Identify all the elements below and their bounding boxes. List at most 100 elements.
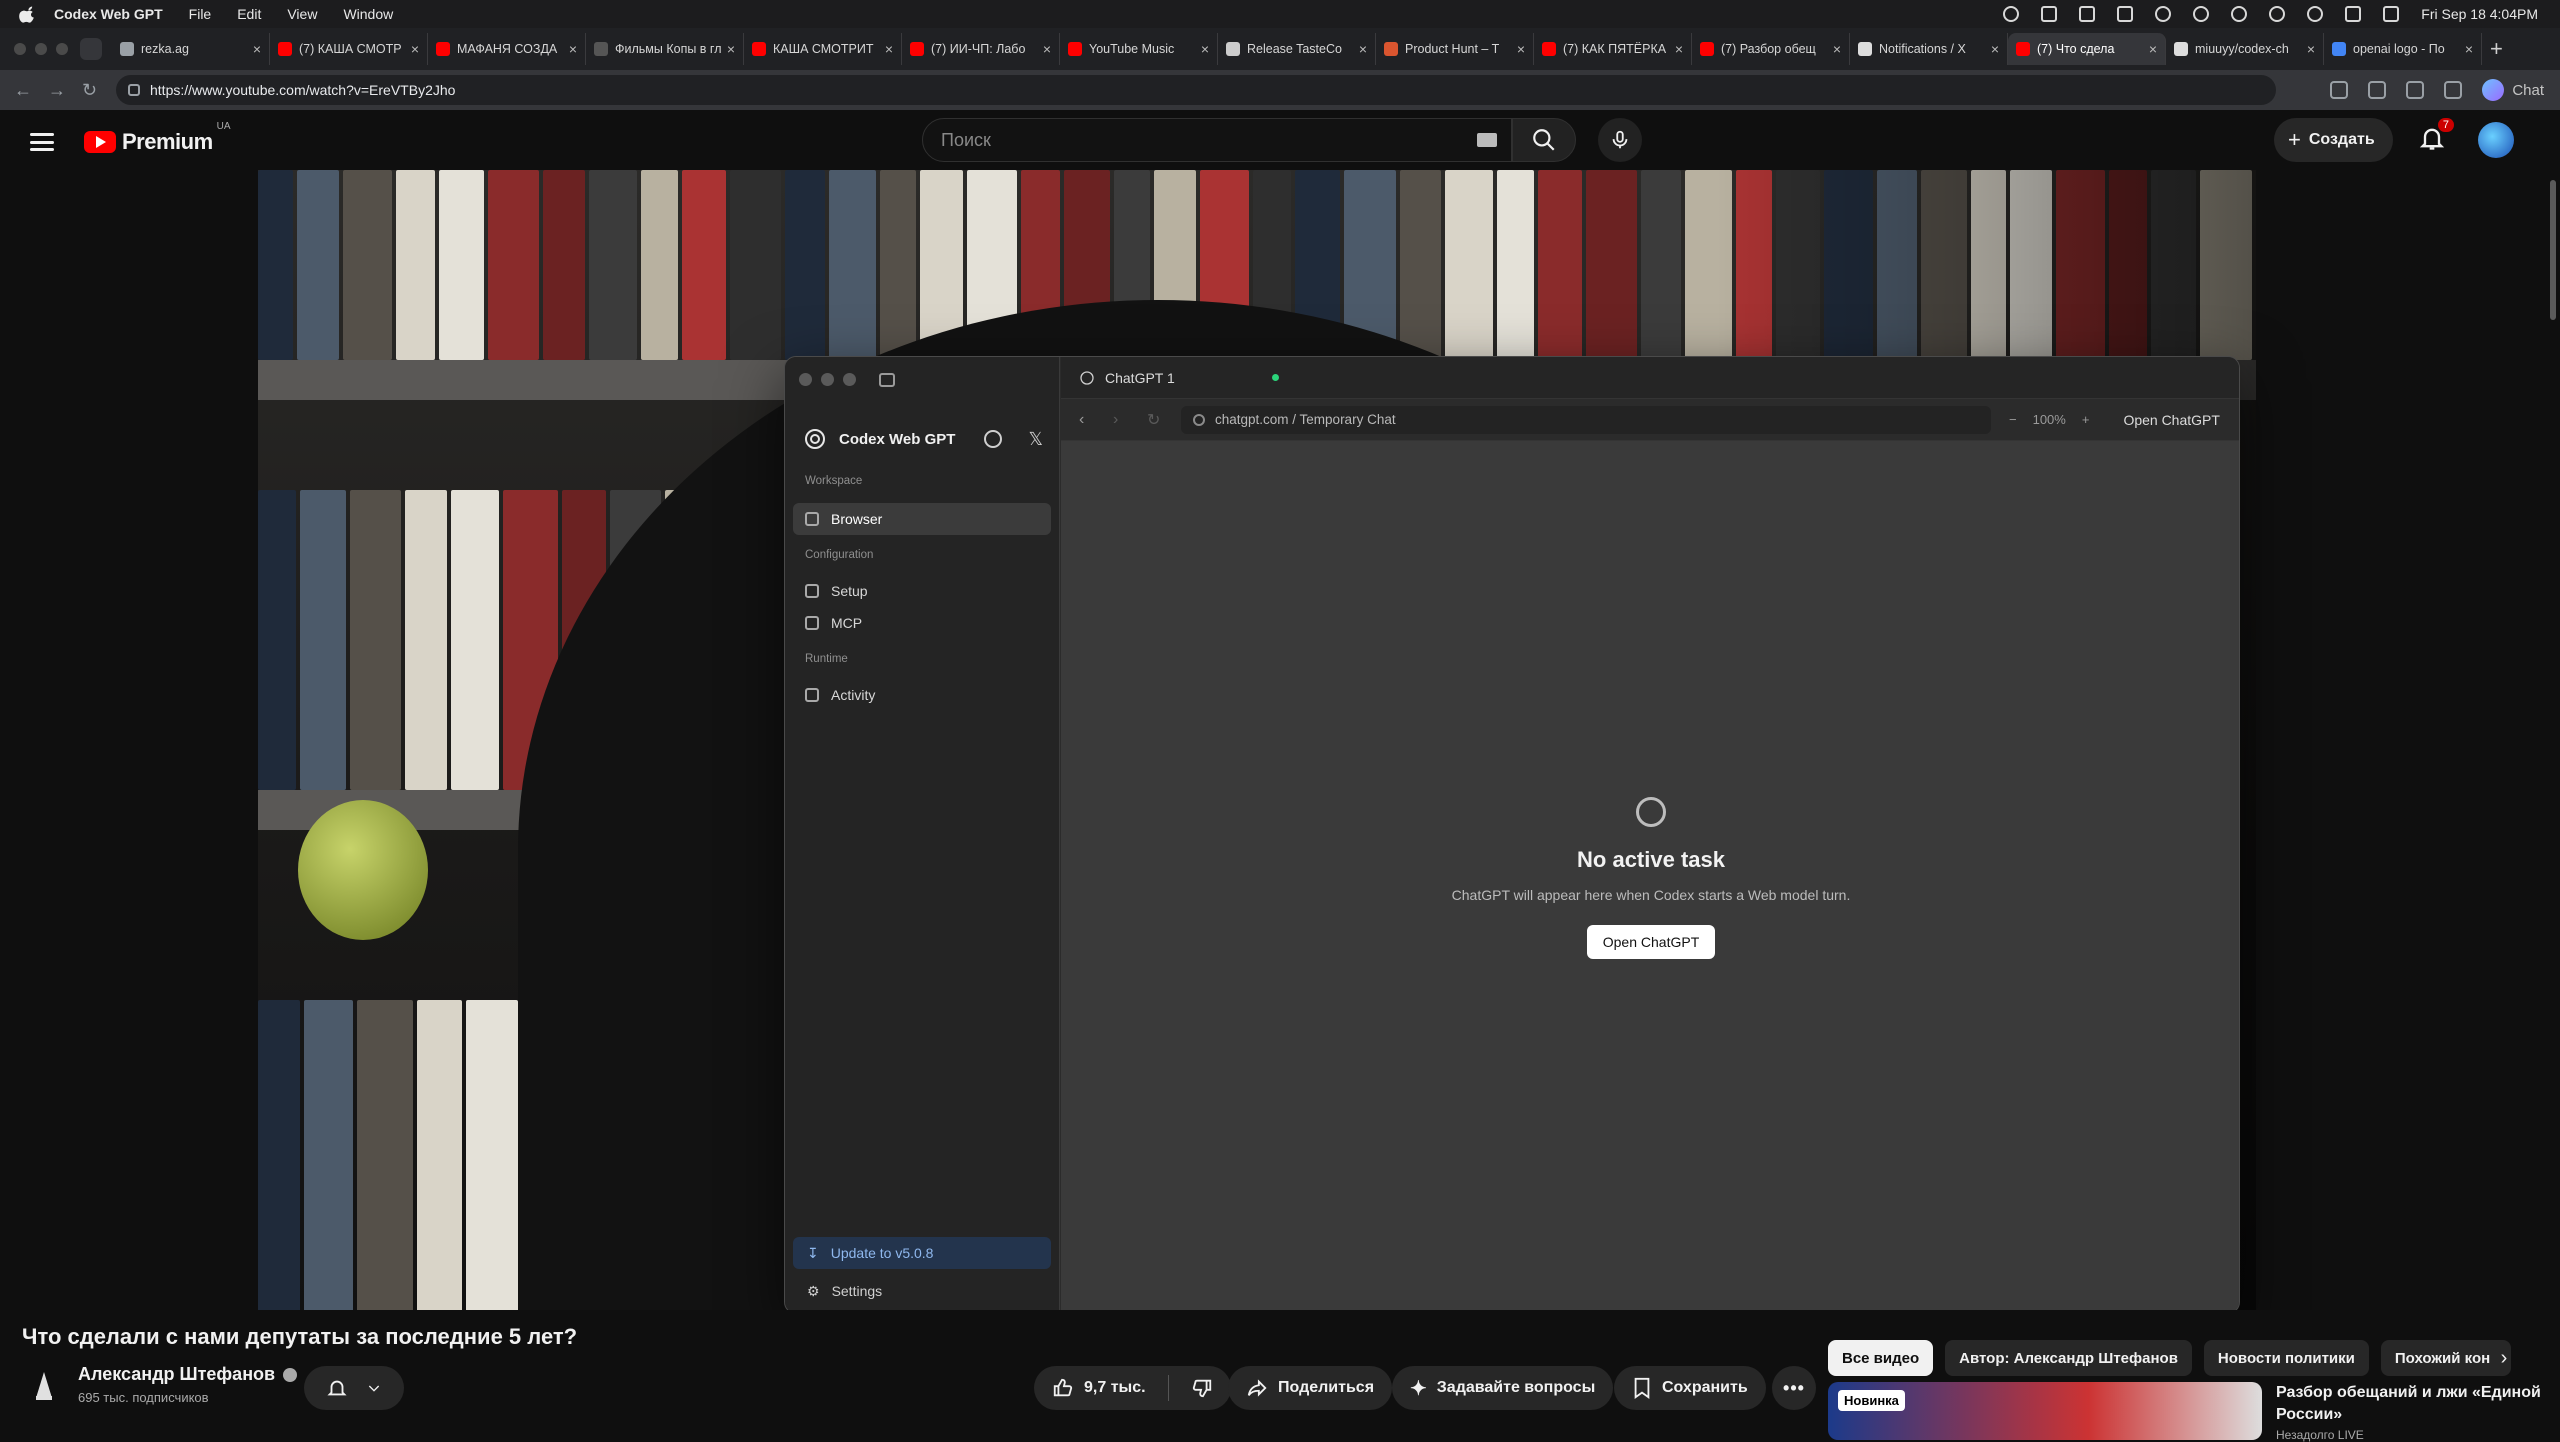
- sidebar-toggle-icon[interactable]: [879, 373, 895, 387]
- airdrop-status-icon[interactable]: [2231, 6, 2248, 22]
- extensions-icon[interactable]: [2406, 81, 2425, 99]
- notifications-button[interactable]: 7: [2418, 118, 2454, 156]
- chat-button[interactable]: Chat: [2482, 79, 2544, 101]
- search-input[interactable]: Поиск: [922, 118, 1512, 162]
- tab-close-icon[interactable]: ×: [1833, 41, 1841, 57]
- tab-close-icon[interactable]: ×: [253, 41, 261, 57]
- app-status-icon[interactable]: [2041, 6, 2058, 22]
- tab-close-icon[interactable]: ×: [727, 41, 735, 57]
- sync-status-icon[interactable]: [2117, 6, 2134, 22]
- thumbs-up-icon[interactable]: [1052, 1377, 1074, 1399]
- nav-item-mcp[interactable]: MCP: [793, 607, 1051, 639]
- menubar-clock[interactable]: Fri Sep 18 4:04PM: [2421, 6, 2538, 22]
- install-app-icon[interactable]: [2330, 81, 2349, 99]
- battery-icon[interactable]: [2345, 6, 2362, 22]
- apple-icon[interactable]: [18, 5, 38, 23]
- back-button[interactable]: ←: [14, 80, 34, 101]
- voice-search-button[interactable]: [1598, 118, 1642, 162]
- codex-zoom-button[interactable]: [843, 373, 856, 386]
- browser-tab[interactable]: Notifications / X ×: [1850, 33, 2008, 65]
- menu-window[interactable]: Window: [343, 6, 393, 22]
- control-center-icon[interactable]: [2383, 6, 2400, 22]
- page-scrollbar[interactable]: [2550, 180, 2556, 320]
- nav-item-setup[interactable]: Setup: [793, 575, 1051, 607]
- browser-tab[interactable]: Release TasteCo ×: [1218, 33, 1376, 65]
- profile-icon[interactable]: [2444, 81, 2463, 99]
- keyboard-icon[interactable]: [1477, 133, 1497, 147]
- browser-tab[interactable]: Product Hunt – T ×: [1376, 33, 1534, 65]
- save-button[interactable]: Сохранить: [1614, 1366, 1766, 1410]
- tab-chatgpt-1[interactable]: ChatGPT 1: [1069, 362, 1289, 394]
- nav-item-activity[interactable]: Activity: [793, 679, 1051, 711]
- browser-tab[interactable]: openai logo - По ×: [2324, 33, 2482, 65]
- ask-button[interactable]: ✦ Задавайте вопросы: [1392, 1366, 1614, 1410]
- browser-tab[interactable]: (7) Разбор обещ ×: [1692, 33, 1850, 65]
- chip-all-videos[interactable]: Все видео: [1828, 1340, 1934, 1376]
- menu-view[interactable]: View: [287, 6, 317, 22]
- update-button[interactable]: ↧ Update to v5.0.8: [793, 1237, 1051, 1269]
- tab-close-icon[interactable]: ×: [2149, 41, 2157, 57]
- github-icon[interactable]: [984, 430, 1003, 448]
- like-count[interactable]: 9,7 тыс.: [1084, 1379, 1146, 1397]
- tab-close-icon[interactable]: ×: [569, 41, 577, 57]
- tab-close-icon[interactable]: ×: [411, 41, 419, 57]
- chevron-right-icon[interactable]: ›: [2486, 1340, 2522, 1376]
- create-button[interactable]: + Создать: [2274, 118, 2393, 162]
- zoom-in-button[interactable]: +: [2082, 412, 2090, 427]
- thumbs-down-icon[interactable]: [1191, 1377, 1213, 1399]
- play-status-icon[interactable]: [2269, 6, 2286, 22]
- tab-close-icon[interactable]: ×: [2307, 41, 2315, 57]
- more-actions-button[interactable]: •••: [1772, 1366, 1816, 1410]
- tab-close-icon[interactable]: ×: [1991, 41, 1999, 57]
- zoom-window-button[interactable]: [56, 43, 68, 55]
- reload-button[interactable]: ↻: [82, 80, 102, 101]
- subscription-bell-button[interactable]: [304, 1366, 404, 1410]
- recommended-video-thumbnail[interactable]: Новинка: [1828, 1382, 2262, 1440]
- browser-tab[interactable]: (7) ИИ-ЧП: Лабо ×: [902, 33, 1060, 65]
- skype-status-icon[interactable]: [2155, 6, 2172, 22]
- tab-close-icon[interactable]: ×: [1675, 41, 1683, 57]
- x-icon[interactable]: 𝕏: [1028, 429, 1043, 450]
- browser-tab[interactable]: (7) КАК ПЯТЁРКА ×: [1534, 33, 1692, 65]
- tab-close-icon[interactable]: ×: [1359, 41, 1367, 57]
- codex-url-field[interactable]: chatgpt.com / Temporary Chat: [1181, 405, 1991, 434]
- chatgpt-status-icon[interactable]: [2003, 6, 2020, 22]
- minimize-window-button[interactable]: [35, 43, 47, 55]
- chip-politics-news[interactable]: Новости политики: [2203, 1340, 2369, 1376]
- forward-icon[interactable]: ›: [1113, 411, 1129, 429]
- channel-avatar[interactable]: [26, 1368, 62, 1404]
- tab-close-icon[interactable]: ×: [1517, 41, 1525, 57]
- gear-status-icon[interactable]: [2193, 6, 2210, 22]
- back-icon[interactable]: ‹: [1079, 411, 1095, 429]
- browser-tab[interactable]: miuuyy/codex-ch ×: [2166, 33, 2324, 65]
- menu-edit[interactable]: Edit: [237, 6, 261, 22]
- browser-tab[interactable]: rezka.ag ×: [112, 33, 270, 65]
- tab-close-icon[interactable]: ×: [885, 41, 893, 57]
- menu-app-name[interactable]: Codex Web GPT: [54, 6, 163, 22]
- browser-tab[interactable]: (7) КАША СМОТР ×: [270, 33, 428, 65]
- new-tab-button[interactable]: +: [2490, 36, 2503, 62]
- reload-icon[interactable]: ↻: [1147, 410, 1163, 430]
- bookmark-star-icon[interactable]: [2368, 81, 2387, 99]
- codex-minimize-button[interactable]: [821, 373, 834, 386]
- channel-name[interactable]: Александр Штефанов: [78, 1364, 298, 1385]
- tab-close-icon[interactable]: ×: [1043, 41, 1051, 57]
- open-chatgpt-button[interactable]: Open ChatGPT: [1586, 925, 1716, 959]
- codex-close-button[interactable]: [799, 373, 812, 386]
- browser-tab[interactable]: КАША СМОТРИТ ×: [744, 33, 902, 65]
- open-chatgpt-link[interactable]: Open ChatGPT: [2123, 412, 2220, 428]
- settings-button[interactable]: ⚙ Settings: [793, 1275, 1051, 1307]
- nav-item-browser[interactable]: Browser: [793, 503, 1051, 535]
- site-info-icon[interactable]: [128, 84, 140, 96]
- account-avatar[interactable]: [2478, 122, 2514, 158]
- chip-author[interactable]: Автор: Александр Штефанов: [1945, 1340, 2192, 1376]
- wifi-icon[interactable]: [2307, 6, 2324, 22]
- menu-icon[interactable]: [30, 133, 54, 151]
- recommended-video-title[interactable]: Разбор обещаний и лжи «Единой России»: [2276, 1382, 2546, 1426]
- zoom-out-button[interactable]: −: [2009, 412, 2017, 427]
- browser-tab[interactable]: МАФАНЯ СОЗДА ×: [428, 33, 586, 65]
- close-window-button[interactable]: [14, 43, 26, 55]
- address-bar[interactable]: https://www.youtube.com/watch?v=EreVTBy2…: [116, 75, 2276, 105]
- browser-tab[interactable]: YouTube Music ×: [1060, 33, 1218, 65]
- tab-search-button[interactable]: [80, 38, 102, 60]
